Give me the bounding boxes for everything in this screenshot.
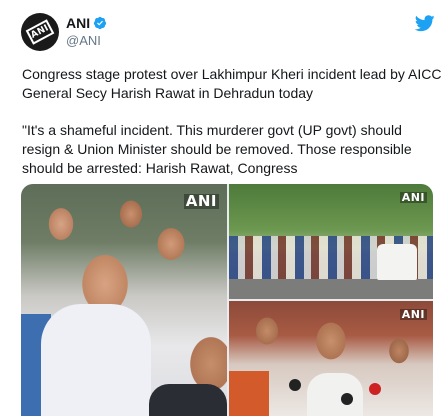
microphone-icon [341,393,353,405]
microphone-icon [289,379,301,391]
author-name-line: ANI [66,15,107,31]
display-name[interactable]: ANI [66,15,90,31]
ani-logo: ANI [25,19,55,45]
ani-watermark: ANI [399,191,427,204]
tweet-text-paragraph-1: Congress stage protest over Lakhimpur Kh… [22,66,442,101]
photo-protest-crowd[interactable]: ANI [21,184,227,416]
media-grid: ANI ANI ANI [21,184,433,416]
person-orange-vest [229,371,269,416]
photo-street-protest[interactable]: ANI [229,184,433,299]
verified-badge-icon [94,16,107,30]
author-handle[interactable]: @ANI [66,33,101,48]
road [229,279,433,299]
white-car [377,244,417,280]
tweet-card[interactable]: ANI ANI @ANI Congress stage protest over… [0,0,448,416]
twitter-bird-icon[interactable] [415,15,435,32]
photo-press-media[interactable]: ANI [229,301,433,416]
tweet-text-paragraph-2: "It's a shameful incident. This murderer… [22,122,412,176]
microphone-icon [369,383,381,395]
avatar-logo-text: ANI [29,23,51,41]
person-dark-coat [149,384,227,416]
ani-watermark: ANI [183,192,219,210]
person-white-shirt [41,304,151,416]
speaker-white-shirt [307,373,363,416]
avatar[interactable]: ANI [21,13,59,51]
ani-watermark: ANI [399,308,427,321]
